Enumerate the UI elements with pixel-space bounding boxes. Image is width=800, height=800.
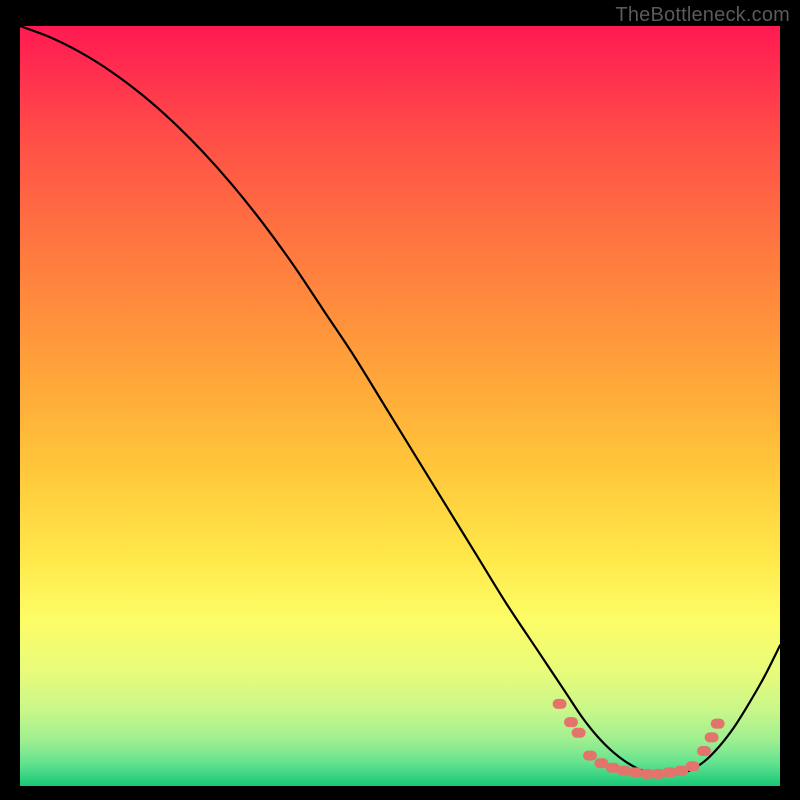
marker-dot [564, 717, 578, 727]
gradient-background [20, 26, 780, 786]
bottleneck-chart [20, 26, 780, 786]
marker-dot [711, 719, 725, 729]
marker-dot [686, 761, 700, 771]
plot-area [20, 26, 780, 786]
marker-dot [583, 751, 597, 761]
marker-dot [553, 699, 567, 709]
marker-dot [697, 746, 711, 756]
marker-dot [572, 728, 586, 738]
app-frame: TheBottleneck.com [0, 0, 800, 800]
watermark-text: TheBottleneck.com [615, 4, 790, 27]
marker-dot [705, 732, 719, 742]
